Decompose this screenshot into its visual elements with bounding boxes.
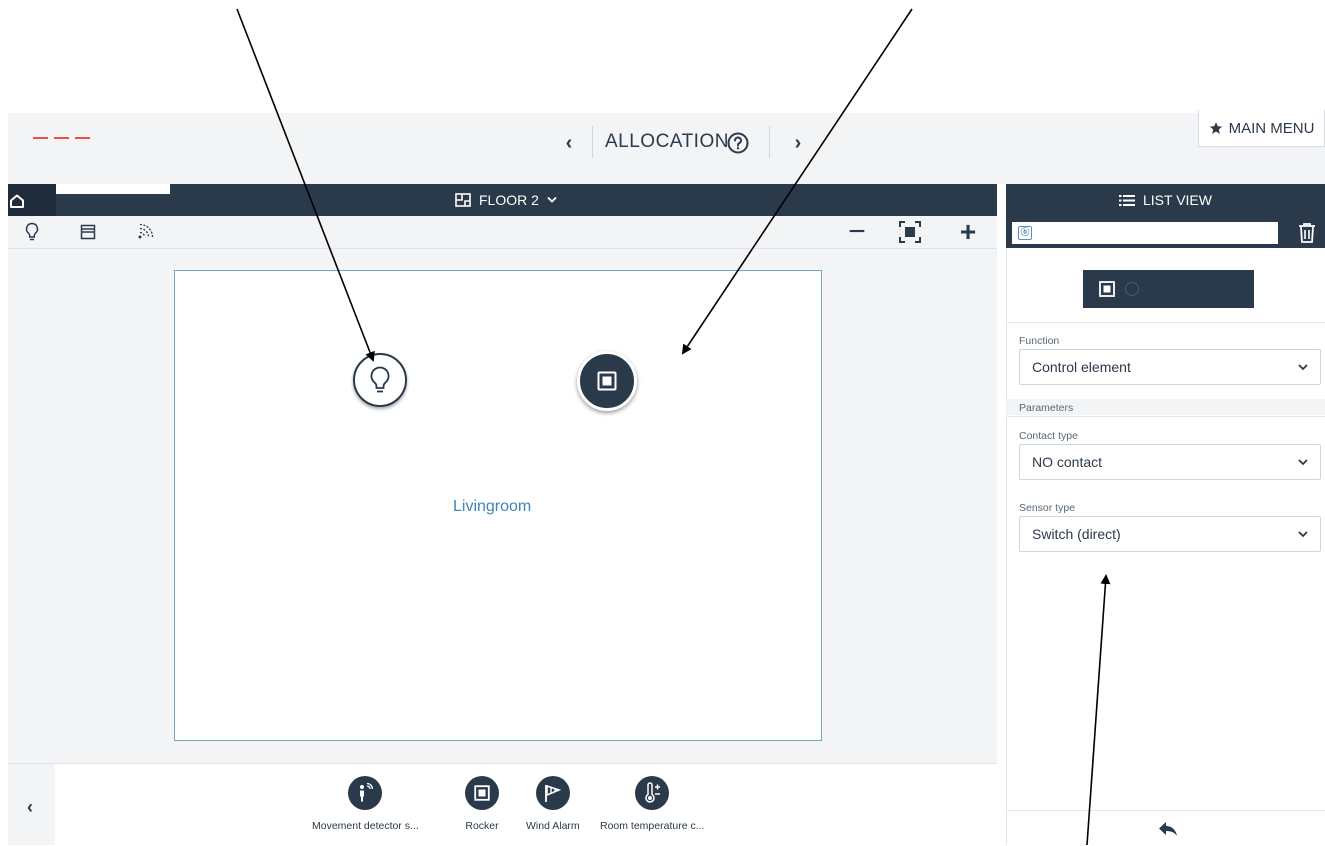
tray-item-label: Movement detector s... <box>312 820 419 832</box>
wireless-signal-icon <box>136 223 156 241</box>
lightbulb-icon <box>25 222 39 242</box>
nav-divider <box>769 126 770 158</box>
tab-strip <box>56 184 170 194</box>
thermometer-icon <box>635 776 670 810</box>
home-icon <box>9 194 25 208</box>
sensor-type-dropdown[interactable]: Switch (direct) <box>1019 516 1321 552</box>
fit-screen-icon[interactable] <box>898 220 922 244</box>
home-button[interactable] <box>8 184 56 216</box>
zoom-in-button[interactable]: + <box>953 218 983 248</box>
channel-badge-icon: ⓑ <box>1018 226 1032 240</box>
selected-channel-preview[interactable] <box>1083 270 1254 308</box>
sensor-type-label: Sensor type <box>1019 502 1076 514</box>
tray-item-rocker[interactable]: Rocker <box>465 776 499 832</box>
panel-divider <box>1006 810 1325 811</box>
device-light[interactable] <box>353 353 407 407</box>
floor-label: FLOOR 2 <box>479 192 539 208</box>
list-view-button[interactable]: LIST VIEW <box>1006 184 1325 216</box>
tray-item-label: Room temperature c... <box>600 820 705 832</box>
star-icon <box>1209 121 1223 135</box>
room-name-label: Livingroom <box>453 498 532 515</box>
chevron-down-icon <box>1298 363 1308 371</box>
list-icon <box>1119 194 1135 207</box>
panel-divider <box>1006 322 1325 323</box>
main-menu-label: MAIN MENU <box>1228 119 1315 137</box>
sensor-type-value: Switch (direct) <box>1032 526 1121 542</box>
blind-icon <box>80 224 96 240</box>
device-rocker[interactable] <box>577 351 637 411</box>
main-menu-button[interactable]: MAIN MENU <box>1198 110 1325 147</box>
rocker-icon <box>1099 281 1115 297</box>
function-value: Control element <box>1032 359 1131 375</box>
wind-sock-icon <box>535 776 570 810</box>
tray-item-label: Rocker <box>465 820 499 832</box>
device-tray <box>8 763 997 846</box>
rocker-icon <box>465 776 499 810</box>
contact-type-label: Contact type <box>1019 430 1078 442</box>
chevron-down-icon <box>1298 458 1308 466</box>
rocker-icon <box>597 371 617 391</box>
filter-wireless-button[interactable] <box>134 221 158 243</box>
tray-item-room-temperature[interactable]: Room temperature c... <box>600 776 704 832</box>
filter-blinds-button[interactable] <box>76 221 100 243</box>
chevron-down-icon <box>547 196 557 204</box>
nav-divider <box>592 126 593 158</box>
next-step-button[interactable]: › <box>785 130 811 156</box>
panel-divider <box>1006 416 1325 417</box>
channel-indicator-icon <box>1125 282 1139 296</box>
contact-type-value: NO contact <box>1032 454 1103 470</box>
tray-item-wind-alarm[interactable]: Wind Alarm <box>526 776 580 832</box>
contact-type-dropdown[interactable]: NO contact <box>1019 444 1321 480</box>
function-dropdown[interactable]: Control element <box>1019 349 1321 385</box>
page-title: ALLOCATION <box>605 131 729 152</box>
floor-selector[interactable]: FLOOR 2 <box>455 189 557 211</box>
reply-arrow-icon[interactable] <box>1158 821 1178 837</box>
help-circle-icon[interactable] <box>726 131 750 155</box>
function-label: Function <box>1019 335 1060 347</box>
movement-detector-icon <box>348 776 383 810</box>
lightbulb-icon <box>368 365 392 395</box>
trash-icon[interactable] <box>1298 222 1316 244</box>
filter-lights-button[interactable] <box>20 221 44 243</box>
floorplan-icon <box>455 193 471 207</box>
parameters-heading: Parameters <box>1019 402 1074 414</box>
list-view-label: LIST VIEW <box>1143 192 1212 208</box>
channel-name-input[interactable] <box>1012 222 1278 244</box>
chevron-down-icon <box>1298 530 1308 538</box>
previous-step-button[interactable]: ‹ <box>556 130 582 156</box>
tray-scroll-left-button[interactable]: ‹ <box>18 797 42 821</box>
zoom-out-button[interactable]: − <box>842 217 872 248</box>
tray-item-label: Wind Alarm <box>526 820 580 832</box>
brand-logo <box>33 126 96 144</box>
tray-item-movement-detector[interactable]: Movement detector s... <box>312 776 419 832</box>
